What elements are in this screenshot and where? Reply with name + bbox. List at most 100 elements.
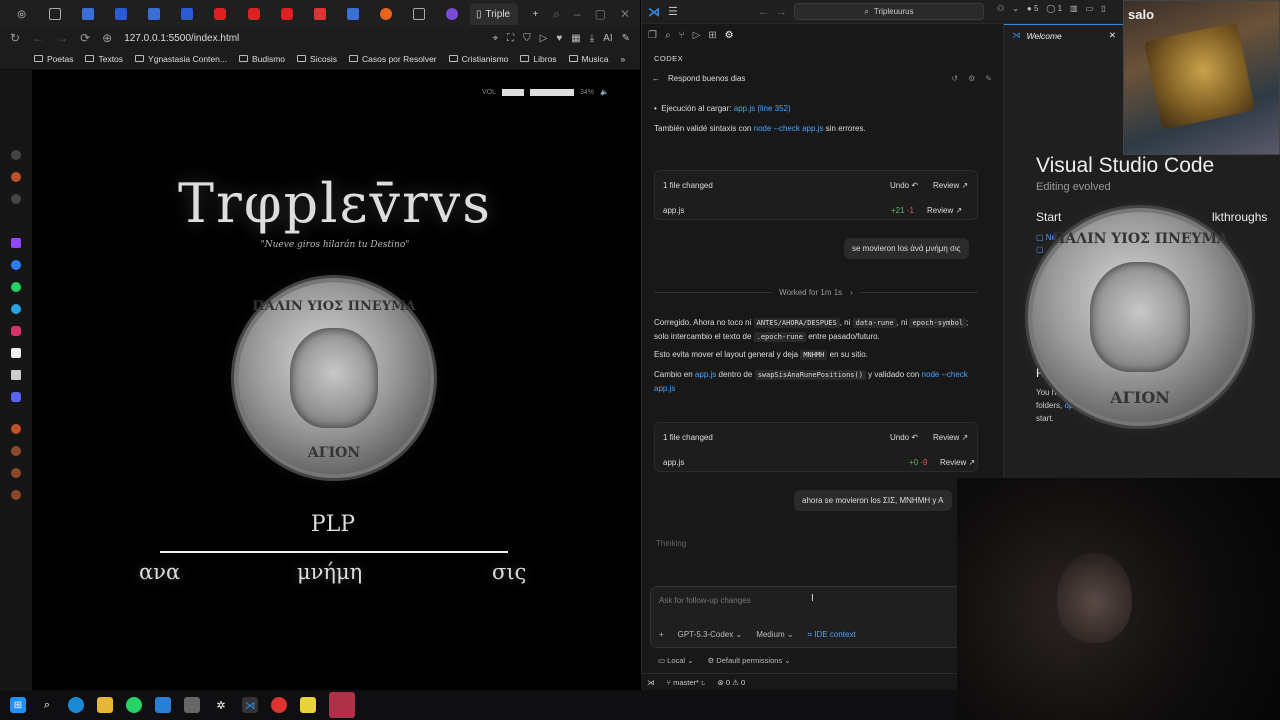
instagram-icon[interactable] — [11, 326, 21, 336]
tab-icon-1[interactable] — [39, 3, 70, 25]
volume-control[interactable]: VOL 34% 🔈 — [482, 88, 609, 96]
problems-indicator[interactable]: ⊗ 0 ⚠ 0 — [718, 678, 746, 687]
sticky-notes-icon[interactable] — [300, 697, 316, 713]
heart-icon[interactable]: ♥ — [556, 33, 562, 44]
tab-welcome[interactable]: ⋊ Welcome ✕ — [1004, 24, 1124, 46]
file-link[interactable]: app.js (line 352) — [734, 104, 791, 113]
review-button[interactable]: Review ↗ — [940, 458, 975, 467]
tab-icon-purple[interactable] — [437, 3, 468, 25]
sidebar-icon[interactable] — [11, 468, 21, 478]
sidebar-icon[interactable] — [11, 446, 21, 456]
branch-indicator[interactable]: ⑂ master* ↻ — [667, 678, 706, 687]
app-icon[interactable] — [184, 697, 200, 713]
pin-icon[interactable]: ⌖ — [493, 33, 499, 44]
app-icon[interactable] — [271, 697, 287, 713]
copilot-icon[interactable]: ⚇ — [997, 4, 1004, 13]
explorer-icon[interactable]: ❐ — [648, 30, 657, 41]
play-icon[interactable]: ▷ — [540, 33, 548, 44]
tab-icon-2[interactable] — [72, 3, 103, 25]
tiktok-icon[interactable] — [11, 348, 21, 358]
command-link[interactable]: node --check app.js — [754, 124, 824, 133]
edge-icon[interactable] — [68, 697, 84, 713]
volume-bar-left[interactable] — [502, 88, 525, 96]
review-button[interactable]: Review ↗ — [927, 206, 962, 215]
openai-icon[interactable]: ⚙ — [725, 30, 734, 41]
bookmark-item[interactable]: Libros — [520, 54, 557, 64]
add-context-button[interactable]: + — [659, 630, 664, 640]
remote-icon[interactable]: ⋊ — [647, 678, 655, 687]
rune-left[interactable]: ανα — [139, 560, 180, 584]
x-icon[interactable] — [11, 370, 21, 380]
new-tab-icon[interactable]: + — [520, 3, 551, 25]
file-link[interactable]: app.js — [695, 370, 716, 379]
bookmark-item[interactable]: Budismo — [238, 54, 285, 64]
messenger-icon[interactable] — [11, 260, 21, 270]
run-icon[interactable]: ▷ — [693, 30, 701, 41]
app-icon[interactable] — [329, 692, 355, 718]
volume-bar-right[interactable] — [530, 88, 575, 96]
windows-start-icon[interactable]: ⊞ — [10, 697, 26, 713]
search-icon[interactable]: ⌕ — [553, 7, 560, 22]
whatsapp-icon[interactable] — [11, 282, 21, 292]
tab-active[interactable]: ▯ Triple — [469, 3, 518, 25]
favorites-icon[interactable] — [11, 424, 21, 434]
followup-input[interactable]: Ask for follow-up changes I + GPT-5.3-Co… — [650, 586, 990, 648]
layout-icon[interactable]: ▥ — [1070, 4, 1078, 13]
url-field[interactable]: 127.0.0.1:5500/index.html — [124, 33, 239, 44]
tab-icon-4[interactable] — [139, 3, 170, 25]
panel-icon[interactable]: ▭ — [1086, 4, 1094, 13]
effort-select[interactable]: Medium ⌄ — [756, 630, 793, 640]
telegram-icon[interactable] — [11, 304, 21, 314]
more-bookmarks-icon[interactable]: » — [620, 54, 625, 64]
sidebar-icon[interactable] — [11, 150, 21, 160]
bookmark-item[interactable]: Ygnastasia Conten... — [135, 54, 227, 64]
settings-icon[interactable]: ⚙ — [968, 74, 975, 83]
profile-icon[interactable]: ◎ — [6, 3, 37, 25]
bookmark-item[interactable]: Sicosis — [297, 54, 337, 64]
changes-badge[interactable]: ● 5 — [1027, 4, 1039, 13]
sidebar-icon[interactable] — [11, 194, 21, 204]
screenshot-icon[interactable]: ⛶ — [507, 33, 514, 44]
close-icon[interactable]: ✕ — [1109, 30, 1116, 41]
rune-right[interactable]: σις — [492, 560, 526, 584]
settings-icon[interactable] — [11, 490, 21, 500]
extensions-icon[interactable]: ▦ — [571, 33, 580, 44]
bookmark-item[interactable]: Musica — [568, 54, 608, 64]
search-icon[interactable]: ⌕ — [39, 697, 55, 713]
search-icon[interactable]: ⌕ — [665, 30, 671, 41]
vscode-icon[interactable]: ⋊ — [242, 697, 258, 713]
bookmark-item[interactable]: Casos por Resolver — [348, 54, 437, 64]
bookmark-item[interactable]: Poetas — [34, 54, 73, 64]
maximize-icon[interactable]: ▢ — [595, 7, 606, 22]
local-select[interactable]: ▭ Local ⌄ — [658, 656, 693, 665]
bookmark-item[interactable]: Textos — [85, 54, 123, 64]
tab-icon-pdf[interactable] — [304, 3, 335, 25]
permissions-select[interactable]: ⚙ Default permissions ⌄ — [707, 656, 790, 665]
file-explorer-icon[interactable] — [97, 697, 113, 713]
sync-badge[interactable]: ◯ 1 — [1046, 4, 1062, 13]
minimize-icon[interactable]: – — [574, 7, 581, 22]
twitch-icon[interactable] — [11, 238, 21, 248]
refresh-icon[interactable]: ↻ — [10, 31, 20, 45]
shield-icon[interactable]: ⛉ — [523, 33, 531, 44]
tab-icon-page[interactable] — [404, 3, 435, 25]
undo-button[interactable]: Undo ↶ — [890, 181, 918, 190]
changed-file[interactable]: app.js — [663, 458, 684, 467]
ide-context-toggle[interactable]: ⌗ IDE context — [808, 630, 856, 640]
source-control-icon[interactable]: ⑂ — [679, 30, 685, 41]
rune-center[interactable]: μνήμη — [297, 560, 362, 584]
youtube-icon[interactable] — [205, 3, 236, 25]
review-button[interactable]: Review ↗ — [933, 433, 968, 442]
reload-icon[interactable]: ⟳ — [80, 31, 90, 45]
chevron-down-icon[interactable]: ⌄ — [1012, 4, 1019, 13]
command-search[interactable]: ⌕ Tripleuurus — [794, 3, 984, 20]
tab-icon-doc[interactable] — [337, 3, 368, 25]
close-icon[interactable]: ✕ — [620, 7, 630, 22]
sidebar-toggle-icon[interactable]: ▯ — [1101, 4, 1105, 13]
speaker-icon[interactable]: 🔈 — [600, 88, 609, 96]
worked-divider[interactable]: Worked for 1m 1s › — [654, 288, 978, 297]
chatgpt-icon[interactable]: ✲ — [213, 697, 229, 713]
ai-button[interactable]: AI — [603, 33, 612, 44]
forward-icon[interactable]: → — [56, 31, 68, 45]
pen-icon[interactable]: ✎ — [622, 33, 630, 44]
